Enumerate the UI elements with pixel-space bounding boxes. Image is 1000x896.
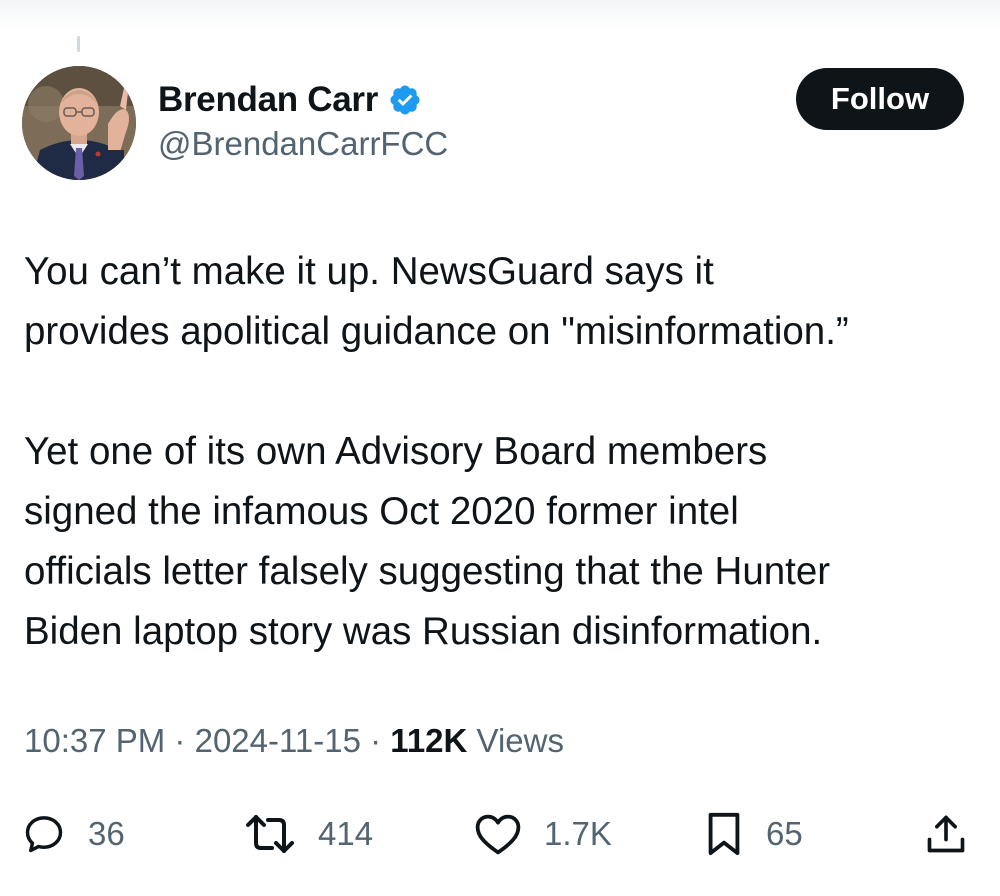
author-name-row[interactable]: Brendan Carr: [158, 80, 422, 120]
tweet-line: You can’t make it up. NewsGuard says it: [24, 250, 714, 293]
heart-icon: [475, 814, 521, 855]
author-handle[interactable]: @BrendanCarrFCC: [158, 125, 448, 163]
follow-button[interactable]: Follow: [796, 68, 964, 130]
meta-separator: ·: [174, 722, 186, 759]
reply-icon: [25, 816, 63, 853]
reply-button[interactable]: 36: [22, 806, 125, 862]
share-button[interactable]: [924, 806, 968, 862]
meta-separator: ·: [370, 722, 382, 759]
like-count: 1.7K: [544, 815, 612, 852]
bookmark-button[interactable]: 65: [704, 806, 803, 862]
author-name[interactable]: Brendan Carr: [158, 80, 378, 120]
tweet-line: Biden laptop story was Russian disinform…: [24, 610, 823, 653]
verified-badge-icon: [390, 85, 420, 115]
like-button[interactable]: 1.7K: [474, 806, 612, 862]
bookmark-count: 65: [766, 815, 803, 852]
tweet-line: Yet one of its own Advisory Board member…: [24, 430, 768, 473]
views-count: 112K: [390, 722, 468, 759]
avatar-photo-icon: [22, 66, 136, 180]
tweet-date[interactable]: 2024-11-15: [195, 722, 361, 759]
views-label: Views: [476, 722, 564, 759]
repost-button[interactable]: 414: [244, 806, 373, 862]
reply-count: 36: [88, 815, 125, 852]
tweet-detail-page: Brendan Carr @BrendanCarrFCC Follow You …: [0, 0, 1000, 896]
tweet-line: provides apolitical guidance on "misinfo…: [24, 310, 849, 353]
author-avatar[interactable]: [22, 66, 136, 180]
tweet-meta: 10:37 PM · 2024-11-15 · 112K Views: [24, 722, 564, 760]
tweet-time[interactable]: 10:37 PM: [24, 722, 165, 759]
thread-connector-line: [77, 36, 80, 52]
top-fade: [0, 0, 1000, 30]
tweet-line: signed the infamous Oct 2020 former inte…: [24, 490, 739, 533]
repost-icon: [246, 815, 294, 853]
tweet-line: officials letter falsely suggesting that…: [24, 550, 831, 593]
repost-count: 414: [318, 815, 374, 852]
tweet-text: You can’t make it up. NewsGuard says it …: [24, 242, 984, 662]
bookmark-icon: [708, 812, 740, 856]
share-icon: [927, 815, 965, 853]
